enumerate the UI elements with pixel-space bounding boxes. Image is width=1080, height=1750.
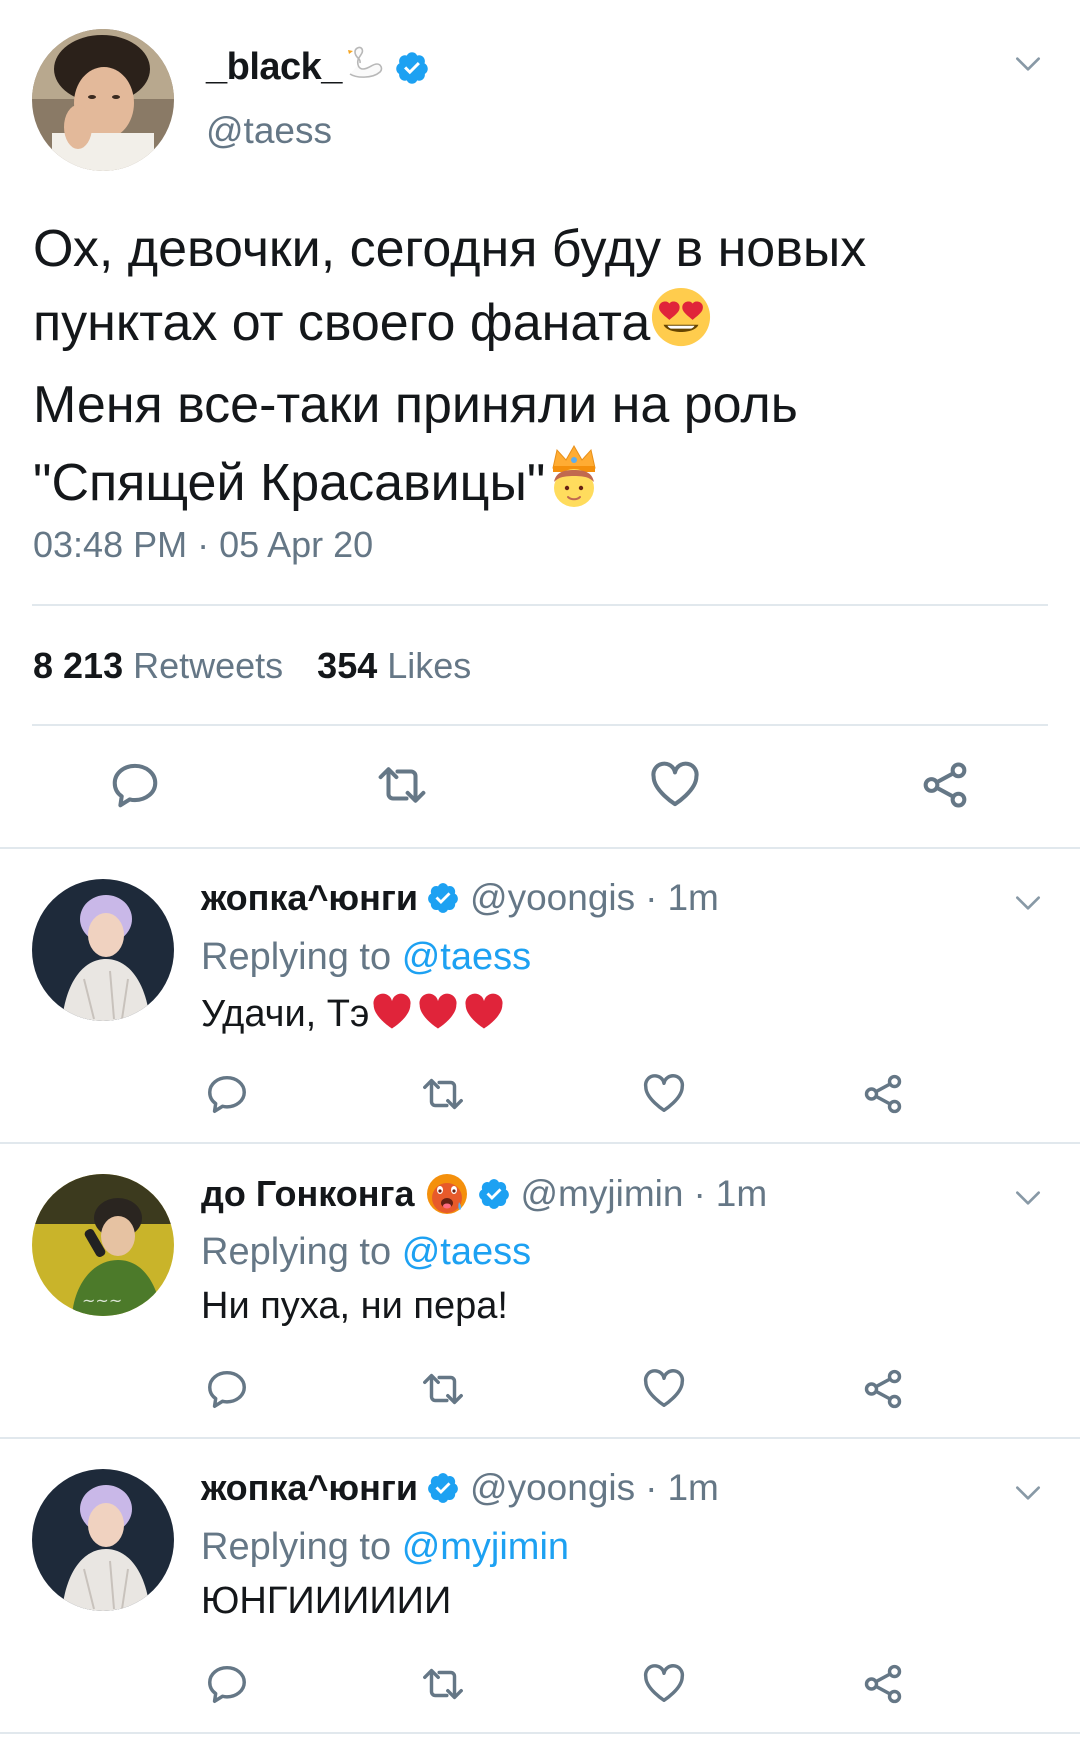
main-name-row: _black_ — [206, 44, 430, 91]
reply-time[interactable]: 1m — [716, 1173, 767, 1215]
reply-display-name[interactable]: жопка^юнги — [201, 877, 418, 919]
like-icon[interactable] — [641, 1366, 687, 1412]
reply-text: Удачи, Тэ — [201, 990, 507, 1044]
chevron-down-icon[interactable] — [1012, 1182, 1044, 1214]
share-icon[interactable] — [918, 758, 972, 812]
divider — [0, 1732, 1080, 1734]
likes-stat[interactable]: 354 Likes — [317, 645, 471, 687]
divider — [32, 604, 1048, 606]
reply-icon[interactable] — [108, 758, 162, 812]
verified-icon — [426, 1471, 460, 1505]
reply-header: жопка^юнги @yoongis · 1m — [201, 877, 719, 919]
replying-to: Replying to @taess — [201, 1231, 531, 1274]
reply-text: ЮНГИИИИИИ — [201, 1580, 452, 1622]
verified-icon — [477, 1177, 511, 1211]
main-display-name[interactable]: _black_ — [206, 46, 342, 89]
reply-tweet[interactable]: жопка^юнги @yoongis · 1m Replying to @my… — [0, 1439, 1080, 1732]
reply-icon[interactable] — [204, 1661, 250, 1707]
like-icon[interactable] — [648, 758, 702, 812]
retweets-label: Retweets — [133, 645, 284, 686]
retweet-icon[interactable] — [420, 1366, 466, 1412]
replying-to-mention[interactable]: @myjimin — [402, 1526, 569, 1568]
svg-text:~~~: ~~~ — [82, 1291, 122, 1310]
replying-prefix: Replying to — [201, 936, 392, 978]
reply-display-name[interactable]: до Гонконга — [201, 1173, 415, 1215]
reply-icon[interactable] — [204, 1071, 250, 1117]
retweet-icon[interactable] — [375, 758, 429, 812]
tweet-text-line-2: пунктах от своего фаната — [33, 294, 651, 352]
verified-icon — [426, 881, 460, 915]
verified-icon — [394, 50, 430, 86]
chevron-down-icon[interactable] — [1012, 887, 1044, 919]
tweet-text-line-3: Меня все-таки приняли на роль — [33, 376, 798, 434]
reply-tweet[interactable]: ~~~ до Гонконга @myjimin · 1m Replying t… — [0, 1144, 1080, 1437]
reply-handle[interactable]: @yoongis — [470, 1467, 635, 1509]
chevron-down-icon[interactable] — [1012, 1477, 1044, 1509]
retweets-stat[interactable]: 8 213 Retweets — [33, 645, 283, 687]
heart-eyes-emoji — [650, 286, 712, 368]
reply-text: Ни пуха, ни пера! — [201, 1285, 508, 1327]
reply-avatar[interactable]: ~~~ — [32, 1174, 174, 1316]
like-icon[interactable] — [641, 1071, 687, 1117]
tweet-timestamp[interactable]: 03:48 PM · 05 Apr 20 — [33, 524, 373, 566]
red-hearts-emoji — [369, 990, 507, 1044]
replying-prefix: Replying to — [201, 1526, 392, 1568]
main-tweet: _black_ @taess Ох, девочки, сегодня буду… — [0, 0, 1080, 847]
tweet-stats: 8 213 Retweets 354 Likes — [33, 645, 471, 687]
reply-tweet[interactable]: жопка^юнги @yoongis · 1m Replying to @ta… — [0, 849, 1080, 1142]
reply-display-name[interactable]: жопка^юнги — [201, 1467, 418, 1509]
chevron-down-icon[interactable] — [1012, 48, 1044, 80]
retweets-count: 8 213 — [33, 645, 124, 686]
reply-header: жопка^юнги @yoongis · 1m — [201, 1467, 719, 1509]
swan-emoji — [344, 44, 386, 91]
replying-to-mention[interactable]: @taess — [402, 1231, 531, 1273]
tweet-text-line-4: "Спящей Красавицы" — [33, 454, 546, 512]
tweet-text: Ох, девочки, сегодня буду в новых пункта… — [33, 212, 1053, 528]
reply-avatar[interactable] — [32, 1469, 174, 1611]
reply-avatar[interactable] — [32, 879, 174, 1021]
prince-emoji — [545, 442, 603, 528]
replying-to: Replying to @taess — [201, 936, 531, 979]
reply-time[interactable]: 1m — [667, 877, 718, 919]
separator-dot: · — [693, 1173, 706, 1214]
retweet-icon[interactable] — [420, 1071, 466, 1117]
reply-text-content: Удачи, Тэ — [201, 993, 370, 1035]
reply-time[interactable]: 1m — [667, 1467, 718, 1509]
share-icon[interactable] — [860, 1661, 906, 1707]
separator-dot: · — [645, 877, 658, 918]
reply-handle[interactable]: @yoongis — [470, 877, 635, 919]
like-icon[interactable] — [641, 1661, 687, 1707]
replying-prefix: Replying to — [201, 1231, 392, 1273]
reply-header: до Гонконга @myjimin · 1m — [201, 1172, 767, 1216]
hot-face-emoji — [425, 1172, 469, 1216]
likes-label: Likes — [387, 645, 472, 686]
share-icon[interactable] — [860, 1071, 906, 1117]
divider — [32, 724, 1048, 726]
retweet-icon[interactable] — [420, 1661, 466, 1707]
replying-to: Replying to @myjimin — [201, 1526, 569, 1569]
share-icon[interactable] — [860, 1366, 906, 1412]
reply-icon[interactable] — [204, 1366, 250, 1412]
reply-handle[interactable]: @myjimin — [521, 1173, 684, 1215]
separator-dot: · — [645, 1467, 658, 1508]
main-handle[interactable]: @taess — [206, 110, 332, 152]
main-avatar[interactable] — [32, 29, 174, 171]
replying-to-mention[interactable]: @taess — [402, 936, 531, 978]
tweet-text-line-1: Ох, девочки, сегодня буду в новых — [33, 220, 867, 278]
likes-count: 354 — [317, 645, 378, 686]
